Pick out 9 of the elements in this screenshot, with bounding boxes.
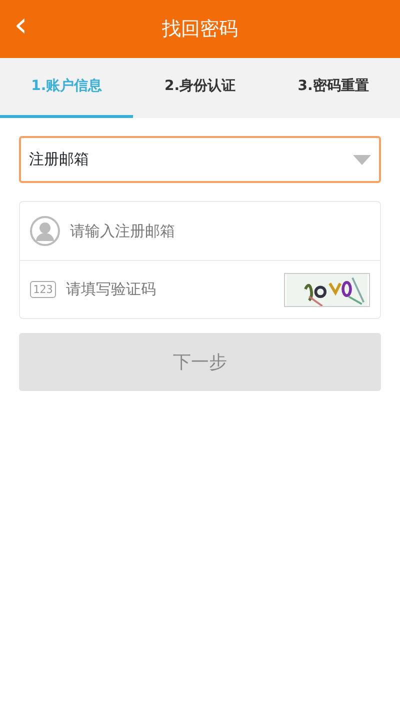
step-tab[interactable]: 2.身份认证	[133, 58, 267, 118]
dropdown-caret-icon	[353, 154, 371, 164]
user-icon	[30, 216, 60, 246]
account-type-dropdown[interactable]: 注册邮箱	[19, 136, 381, 183]
number-icon: 123	[30, 281, 56, 298]
step-tab[interactable]: 3.密码重置	[266, 58, 400, 118]
captcha-input[interactable]: 请填写验证码	[64, 277, 276, 302]
page-title: 找回密码	[162, 16, 238, 42]
email-input[interactable]: 请输入注册邮箱	[68, 218, 370, 244]
